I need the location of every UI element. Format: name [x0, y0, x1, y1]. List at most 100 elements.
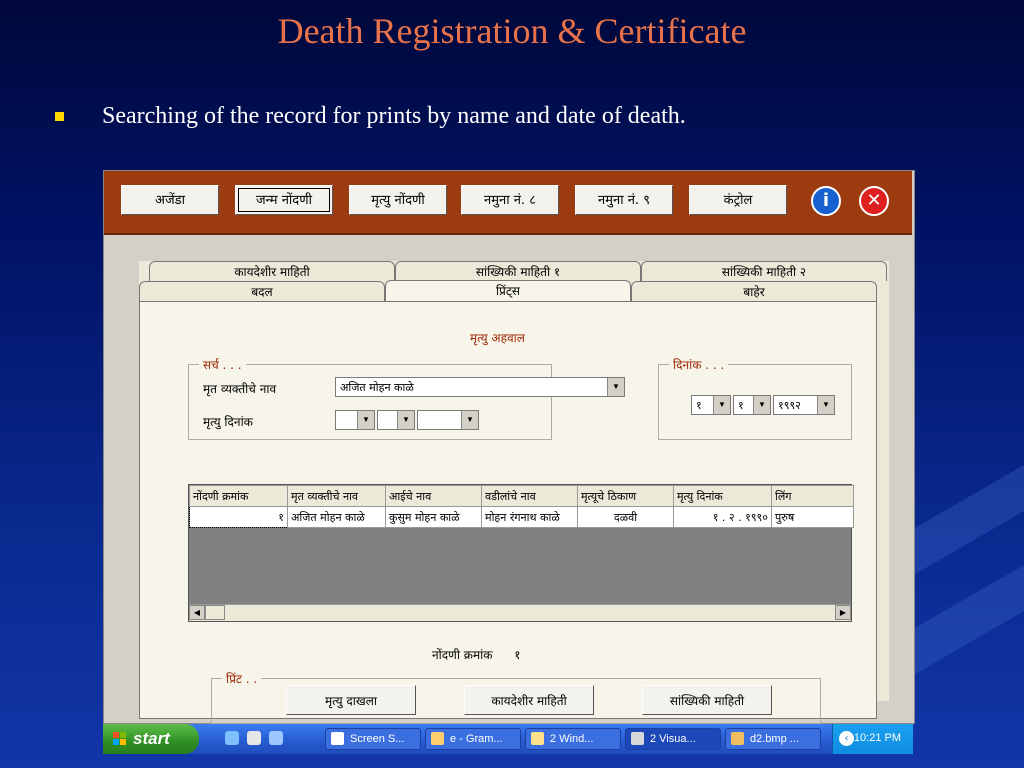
taskbar-item-label: d2.bmp ... [750, 733, 799, 745]
tab-exit[interactable]: बाहेर [631, 281, 877, 301]
windows-logo-icon [113, 732, 127, 746]
toolbar: अजेंडा जन्म नोंदणी मृत्यु नोंदणी नमुना न… [104, 171, 912, 235]
taskbar-item-windows[interactable]: 2 Wind... [525, 728, 621, 750]
taskbar-item-visual[interactable]: 2 Visua... [625, 728, 721, 750]
print-group-title: प्रिंट . . [222, 670, 262, 687]
chevron-down-icon[interactable]: ▼ [753, 396, 770, 414]
window-icon [331, 732, 344, 745]
tab-panel: कायदेशीर माहिती सांख्यिकी माहिती १ सांख्… [139, 261, 889, 724]
death-month-combo[interactable]: ▼ [377, 410, 415, 430]
slide-title: Death Registration & Certificate [277, 11, 747, 51]
statistical-info-button[interactable]: सांख्यिकी माहिती [642, 685, 772, 715]
search-group-title: सर्च . . . [199, 356, 246, 373]
table-cell[interactable]: अजित मोहन काळे [287, 506, 386, 528]
control-button[interactable]: कंट्रोल [689, 185, 787, 215]
folder-icon [531, 732, 544, 745]
registration-number-label: नोंदणी क्रमांक [432, 648, 493, 662]
agenda-button[interactable]: अजेंडा [121, 185, 219, 215]
chevron-down-icon[interactable]: ▼ [817, 396, 834, 414]
form-8-button[interactable]: नमुना नं. ८ [461, 185, 559, 215]
legal-info-button[interactable]: कायदेशीर माहिती [464, 685, 594, 715]
app-icon [631, 732, 644, 745]
column-header[interactable]: लिंग [771, 485, 854, 507]
close-icon[interactable]: ✕ [859, 186, 889, 216]
start-button[interactable]: start [103, 724, 199, 754]
info-icon[interactable]: i [811, 186, 841, 216]
start-label: start [133, 729, 170, 748]
taskbar-item-label: Screen S... [350, 733, 405, 745]
registration-number-display: नोंदणी क्रमांक १ [432, 646, 521, 663]
death-registration-button[interactable]: मृत्यु नोंदणी [349, 185, 447, 215]
quick-launch-app-icon[interactable] [247, 731, 261, 745]
taskbar-item-label: 2 Visua... [650, 733, 696, 745]
system-tray: ‹ 10:21 PM [832, 724, 913, 754]
taskbar-item-label: 2 Wind... [550, 733, 594, 745]
column-header[interactable]: मृत्यूचे ठिकाण [577, 485, 674, 507]
tab-body: मृत्यु अहवाल सर्च . . . मृत व्यक्तीचे ना… [139, 301, 877, 724]
taskbar-item-screen[interactable]: Screen S... [325, 728, 421, 750]
form-9-button[interactable]: नमुना नं. ९ [575, 185, 673, 215]
bullet-marker [55, 112, 64, 121]
date-day-combo[interactable]: १ ▼ [691, 395, 731, 415]
table-cell[interactable]: १ [189, 506, 288, 528]
tab-prints[interactable]: प्रिंट्स [385, 280, 631, 302]
table-cell[interactable]: १ . २ . १९९० [673, 506, 772, 528]
scroll-right-icon[interactable]: ▶ [835, 605, 851, 620]
column-header[interactable]: मृत व्यक्तीचे नाव [287, 485, 386, 507]
scroll-thumb[interactable] [205, 605, 225, 620]
report-heading: मृत्यु अहवाल [470, 331, 525, 345]
taskbar-item-label: e - Gram... [450, 733, 503, 745]
deceased-name-value: अजित मोहन काळे [340, 381, 414, 394]
chevron-down-icon[interactable]: ▼ [713, 396, 730, 414]
scroll-left-icon[interactable]: ◀ [189, 605, 205, 620]
death-day-combo[interactable]: ▼ [335, 410, 375, 430]
table-row[interactable]: १ अजित मोहन काळे कुसुम मोहन काळे मोहन रं… [189, 506, 854, 528]
table-cell[interactable]: पुरुष [771, 506, 854, 528]
tab-statistical-info-2[interactable]: सांख्यिकी माहिती २ [641, 261, 887, 281]
records-table: नोंदणी क्रमांक मृत व्यक्तीचे नाव आईचे ना… [189, 485, 854, 528]
date-year-value: १९९२ [778, 399, 801, 412]
date-year-combo[interactable]: १९९२ ▼ [773, 395, 835, 415]
clock: 10:21 PM [853, 732, 901, 744]
print-group: प्रिंट . . मृत्यु दाखला कायदेशीर माहिती … [211, 670, 821, 724]
chevron-down-icon[interactable]: ▼ [397, 411, 414, 429]
date-month-combo[interactable]: १ ▼ [733, 395, 771, 415]
column-header[interactable]: मृत्यु दिनांक [673, 485, 772, 507]
date-month-value: १ [738, 399, 744, 412]
table-cell[interactable]: मोहन रंगनाथ काळे [481, 506, 578, 528]
application-window: अजेंडा जन्म नोंदणी मृत्यु नोंदणी नमुना न… [103, 170, 915, 724]
chevron-left-icon[interactable]: ‹ [839, 731, 854, 746]
death-year-combo[interactable]: ▼ [417, 410, 479, 430]
date-group-title: दिनांक . . . [669, 356, 729, 373]
window-icon [431, 732, 444, 745]
death-certificate-button[interactable]: मृत्यु दाखला [286, 685, 416, 715]
horizontal-scrollbar[interactable]: ◀ ▶ [189, 604, 851, 621]
chevron-down-icon[interactable]: ▼ [607, 378, 624, 396]
chevron-down-icon[interactable]: ▼ [357, 411, 374, 429]
chevron-down-icon[interactable]: ▼ [461, 411, 478, 429]
table-cell[interactable]: कुसुम मोहन काळे [385, 506, 482, 528]
column-header[interactable]: नोंदणी क्रमांक [189, 485, 288, 507]
table-header-row: नोंदणी क्रमांक मृत व्यक्तीचे नाव आईचे ना… [189, 485, 854, 507]
records-grid[interactable]: नोंदणी क्रमांक मृत व्यक्तीचे नाव आईचे ना… [188, 484, 854, 622]
quick-launch-media-icon[interactable] [269, 731, 283, 745]
registration-number-value: १ [514, 648, 521, 662]
quick-launch-ie-icon[interactable] [225, 731, 239, 745]
table-cell[interactable]: दळवी [577, 506, 674, 528]
tab-change[interactable]: बदल [139, 281, 385, 301]
paint-icon [731, 732, 744, 745]
taskbar-item-d2bmp[interactable]: d2.bmp ... [725, 728, 821, 750]
search-group: सर्च . . . मृत व्यक्तीचे नाव अजित मोहन क… [188, 356, 625, 440]
deceased-name-label: मृत व्यक्तीचे नाव [203, 382, 277, 396]
taskbar: start Screen S... e - Gram... 2 Wind... … [103, 724, 913, 754]
deceased-name-combo[interactable]: अजित मोहन काळे ▼ [335, 377, 625, 397]
tab-legal-info[interactable]: कायदेशीर माहिती [149, 261, 395, 281]
column-header[interactable]: वडीलांचे नाव [481, 485, 578, 507]
date-group: दिनांक . . . १ ▼ १ ▼ १९९२ ▼ [658, 356, 852, 440]
death-date-label: मृत्यु दिनांक [203, 415, 253, 429]
birth-registration-button[interactable]: जन्म नोंदणी [235, 185, 333, 215]
bullet-text: Searching of the record for prints by na… [102, 103, 686, 129]
tab-statistical-info-1[interactable]: सांख्यिकी माहिती १ [395, 261, 641, 281]
taskbar-item-egram[interactable]: e - Gram... [425, 728, 521, 750]
column-header[interactable]: आईचे नाव [385, 485, 482, 507]
